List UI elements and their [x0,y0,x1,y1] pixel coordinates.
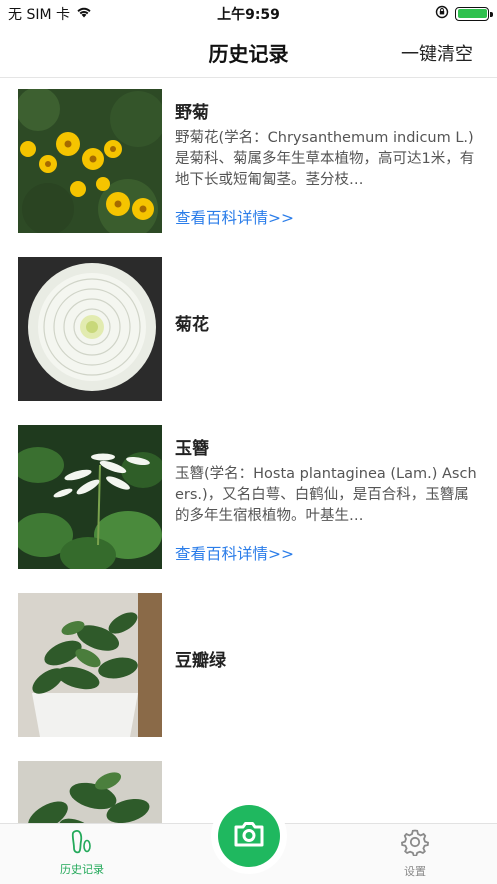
tab-settings[interactable]: 设置 [365,828,465,882]
plant-name: 玉簪 [175,439,209,459]
plant-thumbnail [18,89,162,233]
navigation-bar: 历史记录 一键清空 [0,26,497,78]
footprint-icon [69,829,95,858]
history-item-hosta[interactable]: 玉簪 玉簪(学名：Hosta plantaginea (Lam.) Ascher… [0,414,497,582]
status-time: 上午9:59 [217,7,280,23]
battery-level-fill [457,9,487,18]
status-right [435,4,493,23]
tab-settings-label: 设置 [404,865,426,878]
history-item-chrysanthemum[interactable]: 菊花 [0,246,497,414]
gear-icon [401,829,429,860]
plant-name: 野菊 [175,103,209,123]
clear-all-button[interactable]: 一键清空 [401,40,473,66]
plant-description: 玉簪(学名：Hosta plantaginea (Lam.) Aschers.)… [175,466,477,524]
lock-rotation-icon [435,4,449,23]
plant-thumbnail [18,425,162,569]
plant-thumbnail [18,593,162,737]
plant-name: 豆瓣绿 [175,651,226,671]
view-encyclopedia-link[interactable]: 查看百科详情>> [175,542,294,564]
history-item-peperomia[interactable]: 豆瓣绿 [0,582,497,750]
plant-description: 野菊花(学名：Chrysanthemum indicum L.)是菊科、菊属多年… [175,130,475,188]
plant-thumbnail [18,257,162,401]
history-item-wild-chrysanthemum[interactable]: 野菊 野菊花(学名：Chrysanthemum indicum L.)是菊科、菊… [0,78,497,246]
view-encyclopedia-link[interactable]: 查看百科详情>> [175,206,294,228]
plant-name: 菊花 [175,315,209,335]
status-bar: 无 SIM 卡 上午9:59 [0,0,497,26]
camera-button[interactable] [218,805,280,867]
camera-icon [233,820,265,852]
tab-history-label: 历史记录 [60,863,104,876]
tab-history[interactable]: 历史记录 [32,828,132,882]
battery-tip [490,11,493,17]
battery-icon [455,6,493,21]
history-list: 野菊 野菊花(学名：Chrysanthemum indicum L.)是菊科、菊… [0,78,497,823]
plant-thumbnail [18,761,162,823]
